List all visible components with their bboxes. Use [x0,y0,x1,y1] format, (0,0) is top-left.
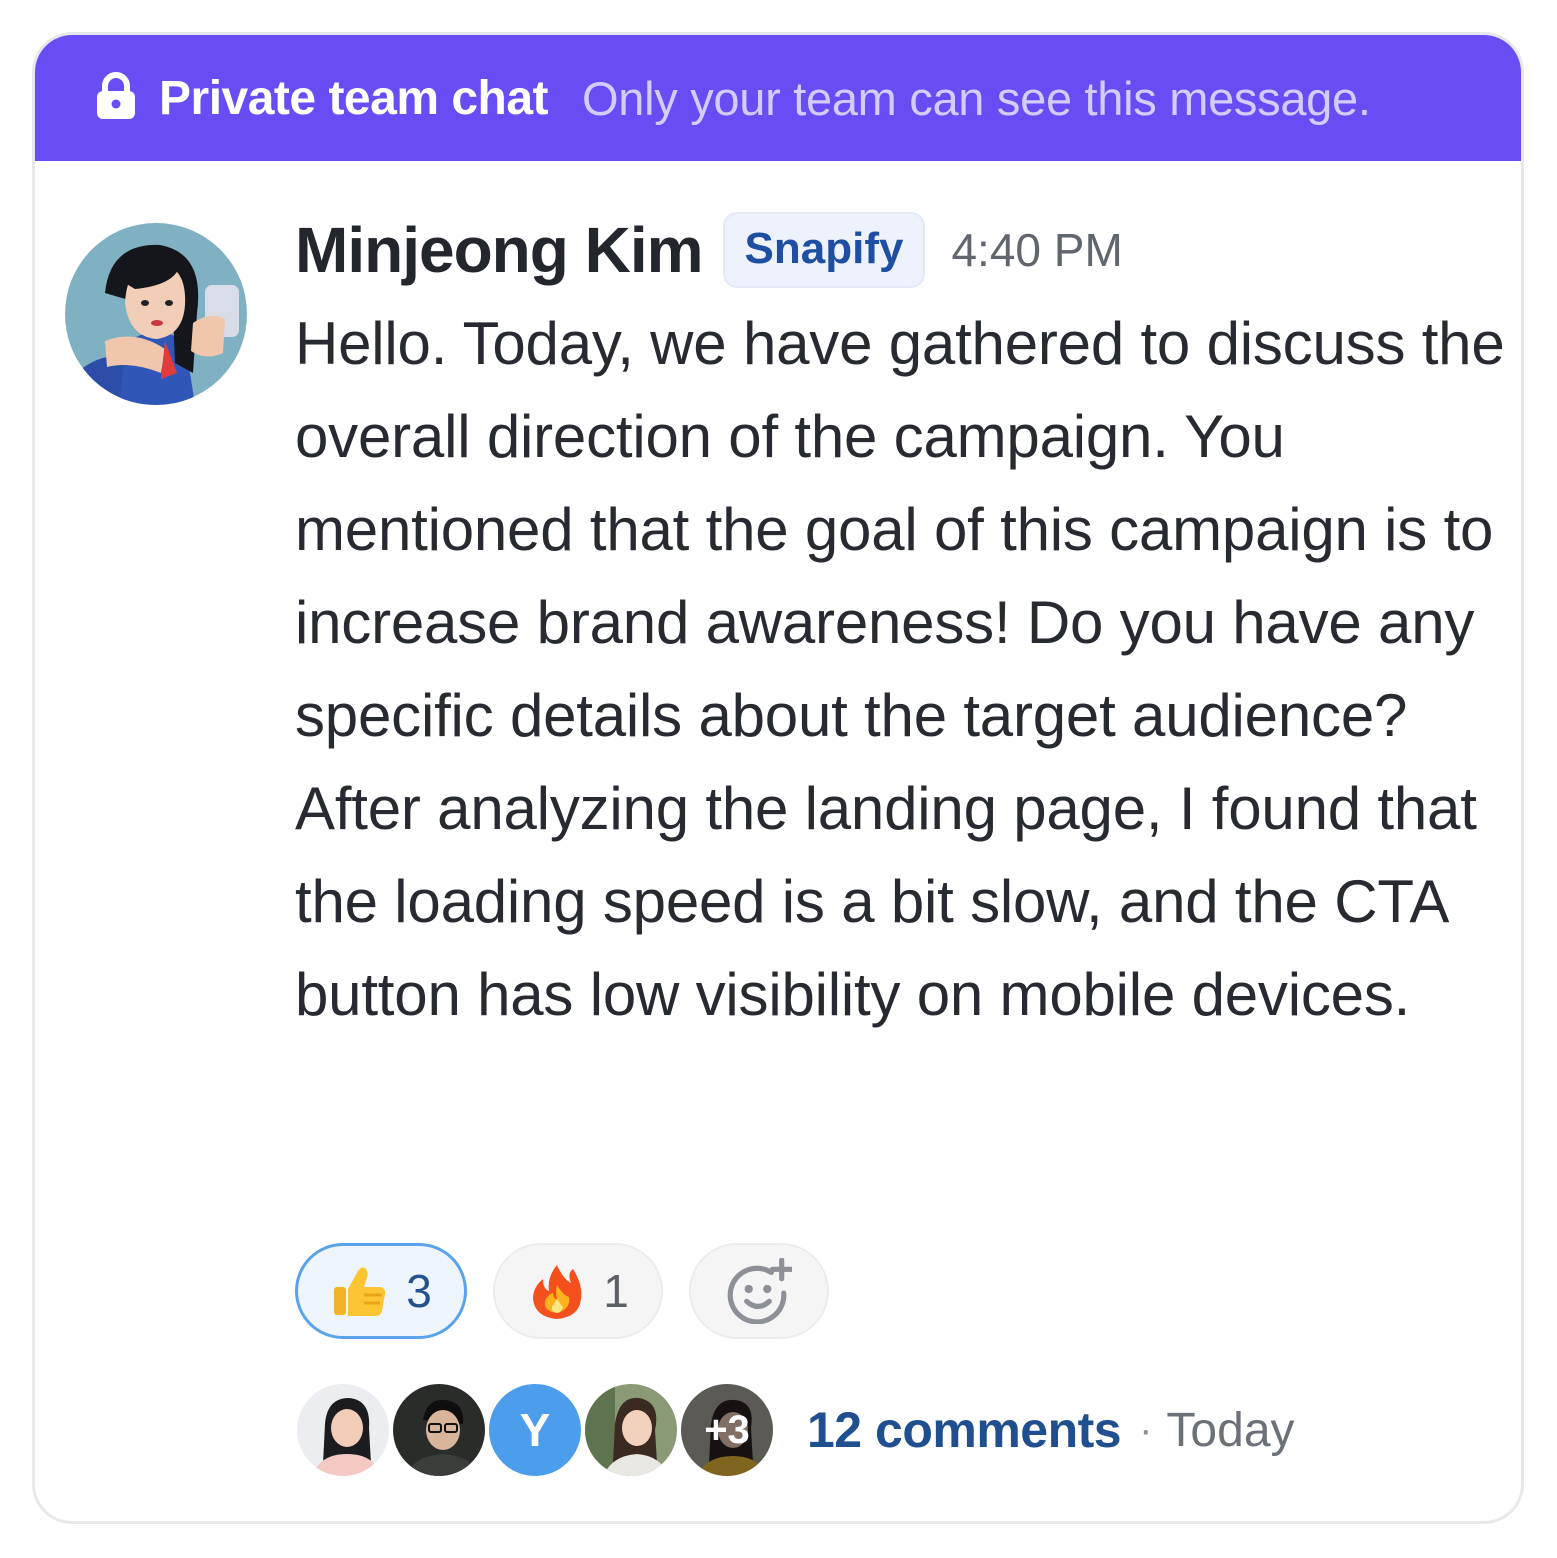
reaction-fire[interactable]: 1 [493,1243,663,1339]
more-participants[interactable]: +3 [677,1380,777,1480]
private-chat-banner: Private team chat Only your team can see… [35,35,1521,161]
banner-title: Private team chat [159,71,549,125]
lock-icon [97,72,135,119]
reaction-thumbs-up[interactable]: 3 [295,1243,467,1339]
message-time: 4:40 PM [951,224,1123,276]
message-card: Private team chat Only your team can see… [32,32,1524,1524]
banner-subtitle: Only your team can see this message. [582,71,1371,125]
reaction-count: 3 [406,1265,432,1317]
more-count: +3 [704,1407,750,1452]
participant-avatar[interactable] [389,1380,489,1480]
participant-avatar[interactable] [293,1380,393,1480]
participant-avatar[interactable]: Y [485,1380,585,1480]
participant-initial: Y [519,1404,551,1456]
comments-time: Today [1166,1403,1295,1457]
org-badge: Snapify [722,212,926,288]
thumbs-up-icon [334,1267,386,1316]
author-avatar[interactable] [65,223,247,405]
author-name[interactable]: Minjeong Kim [295,213,704,287]
message-body: Hello. Today, we have gathered to discus… [295,310,1505,1028]
participant-avatar[interactable] [581,1380,681,1480]
comments-link[interactable]: 12 comments [807,1401,1122,1459]
message-header: Minjeong Kim Snapify 4:40 PM [295,207,1123,293]
reaction-bar: 3 1 [295,1243,855,1339]
add-emoji-icon [727,1258,792,1324]
fire-icon [533,1265,582,1319]
add-reaction-button[interactable] [689,1243,829,1339]
reaction-count: 1 [603,1265,629,1317]
thread-footer: Y +3 12 comments · Today [293,1377,1295,1483]
separator-dot: · [1139,1407,1153,1452]
